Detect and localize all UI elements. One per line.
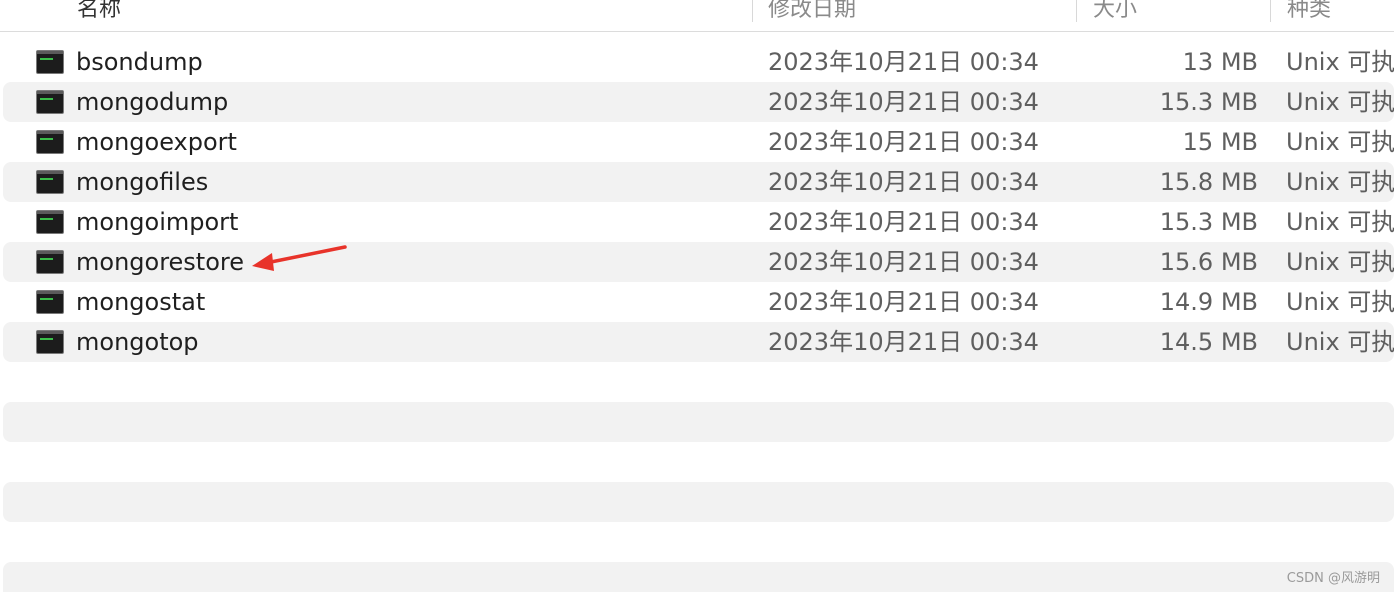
file-date: 2023年10月21日 00:34 <box>768 328 1039 356</box>
column-kind-header[interactable]: 种类 <box>1287 0 1331 23</box>
file-row[interactable]: mongoimport 2023年10月21日 00:34 15.3 MB Un… <box>3 202 1394 242</box>
column-divider[interactable] <box>752 0 753 22</box>
terminal-executable-icon <box>36 90 64 114</box>
file-date: 2023年10月21日 00:34 <box>768 128 1039 156</box>
column-divider[interactable] <box>1270 0 1271 22</box>
file-row[interactable]: mongorestore 2023年10月21日 00:34 15.6 MB U… <box>3 242 1394 282</box>
empty-row <box>3 402 1394 442</box>
file-name: bsondump <box>76 48 203 76</box>
file-name: mongorestore <box>76 248 244 276</box>
empty-row <box>3 562 1394 592</box>
terminal-executable-icon <box>36 250 64 274</box>
terminal-executable-icon <box>36 290 64 314</box>
file-name: mongodump <box>76 88 229 116</box>
file-kind: Unix 可执 <box>1286 288 1394 316</box>
file-name: mongostat <box>76 288 206 316</box>
column-divider[interactable] <box>1076 0 1077 22</box>
column-header: 名称 ⌃ 修改日期 大小 种类 <box>0 0 1394 32</box>
file-name: mongofiles <box>76 168 209 196</box>
file-kind: Unix 可执 <box>1286 328 1394 356</box>
file-date: 2023年10月21日 00:34 <box>768 48 1039 76</box>
column-size-header[interactable]: 大小 <box>1093 0 1137 23</box>
file-kind: Unix 可执 <box>1286 248 1394 276</box>
terminal-executable-icon <box>36 50 64 74</box>
file-date: 2023年10月21日 00:34 <box>768 168 1039 196</box>
terminal-executable-icon <box>36 170 64 194</box>
file-size: 14.9 MB <box>1159 288 1258 316</box>
file-size: 15.8 MB <box>1159 168 1258 196</box>
file-row[interactable]: mongodump 2023年10月21日 00:34 15.3 MB Unix… <box>3 82 1394 122</box>
file-date: 2023年10月21日 00:34 <box>768 288 1039 316</box>
red-arrow-icon <box>252 245 347 271</box>
file-name: mongotop <box>76 328 199 356</box>
file-size: 13 MB <box>1182 48 1258 76</box>
file-row[interactable]: mongotop 2023年10月21日 00:34 14.5 MB Unix … <box>3 322 1394 362</box>
file-row[interactable]: mongoexport 2023年10月21日 00:34 15 MB Unix… <box>3 122 1394 162</box>
file-name: mongoexport <box>76 128 237 156</box>
empty-row <box>3 482 1394 522</box>
file-kind: Unix 可执 <box>1286 88 1394 116</box>
file-size: 15.6 MB <box>1159 248 1258 276</box>
file-size: 15 MB <box>1182 128 1258 156</box>
file-date: 2023年10月21日 00:34 <box>768 208 1039 236</box>
file-name: mongoimport <box>76 208 239 236</box>
column-date-header[interactable]: 修改日期 <box>768 0 856 23</box>
file-row[interactable]: mongostat 2023年10月21日 00:34 14.9 MB Unix… <box>3 282 1394 322</box>
terminal-executable-icon <box>36 130 64 154</box>
file-date: 2023年10月21日 00:34 <box>768 88 1039 116</box>
file-row[interactable]: bsondump 2023年10月21日 00:34 13 MB Unix 可执 <box>3 42 1394 82</box>
file-size: 14.5 MB <box>1159 328 1258 356</box>
file-date: 2023年10月21日 00:34 <box>768 248 1039 276</box>
file-size: 15.3 MB <box>1159 88 1258 116</box>
watermark: CSDN @风游明 <box>1286 571 1380 586</box>
file-row[interactable]: mongofiles 2023年10月21日 00:34 15.8 MB Uni… <box>3 162 1394 202</box>
chevron-up-icon[interactable]: ⌃ <box>717 0 734 13</box>
terminal-executable-icon <box>36 210 64 234</box>
file-kind: Unix 可执 <box>1286 128 1394 156</box>
file-kind: Unix 可执 <box>1286 48 1394 76</box>
file-kind: Unix 可执 <box>1286 168 1394 196</box>
column-name-header[interactable]: 名称 <box>77 0 121 23</box>
file-kind: Unix 可执 <box>1286 208 1394 236</box>
terminal-executable-icon <box>36 330 64 354</box>
file-size: 15.3 MB <box>1159 208 1258 236</box>
